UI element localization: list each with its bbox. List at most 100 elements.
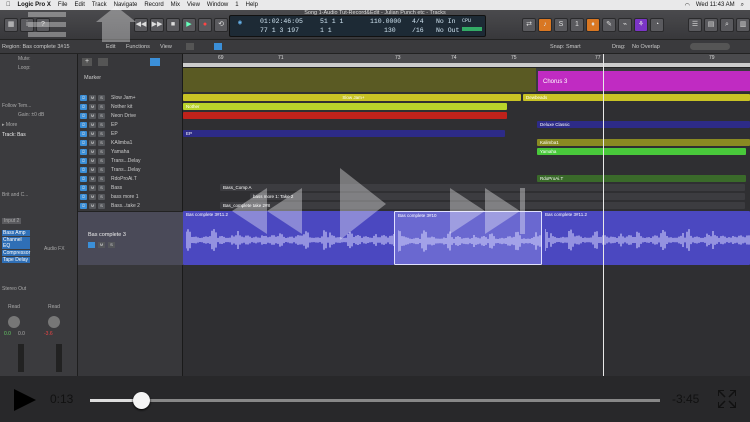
region[interactable]: Kalimba1 bbox=[537, 139, 750, 146]
track-header[interactable]: ⏻ M Sbass more 1 bbox=[78, 192, 183, 201]
inspector-input[interactable]: Input 2 bbox=[2, 218, 22, 224]
cycle-button[interactable]: ⟲ bbox=[214, 18, 228, 32]
track-options-icon[interactable] bbox=[150, 58, 160, 66]
track-name[interactable]: EP bbox=[111, 122, 118, 128]
marquee-tool-icon[interactable] bbox=[214, 43, 222, 50]
menu-overlay-icon[interactable] bbox=[28, 8, 66, 40]
track-header[interactable]: ⏻ M S KAlimba1 bbox=[78, 138, 183, 147]
marker-chorus[interactable]: Chorus 3 bbox=[538, 71, 750, 91]
master-volume-icon[interactable]: ◔ bbox=[650, 18, 664, 32]
mute-button[interactable]: M bbox=[89, 112, 96, 119]
track-header[interactable]: ⏻ M S Bass bbox=[78, 183, 183, 192]
track-power-icon[interactable]: ⏻ bbox=[80, 166, 87, 173]
mute-button[interactable]: M bbox=[89, 103, 96, 110]
wifi-icon[interactable]: ◠ bbox=[685, 2, 690, 9]
plugin-slot[interactable]: Compressor bbox=[2, 250, 30, 256]
track-name[interactable]: RdoProAi.T bbox=[111, 176, 137, 182]
solo-button[interactable]: S bbox=[98, 157, 105, 164]
tuner-button[interactable]: ♪ bbox=[538, 18, 552, 32]
menu-1[interactable]: 1 bbox=[235, 2, 238, 8]
track-power-icon[interactable]: ⏻ bbox=[80, 157, 87, 164]
replace-button[interactable]: ⇄ bbox=[522, 18, 536, 32]
track-header[interactable]: ⏻ M S Slow Jam+ bbox=[78, 93, 183, 102]
track-name[interactable]: Yamaha bbox=[111, 149, 129, 155]
playhead[interactable] bbox=[603, 54, 604, 376]
play-icon[interactable] bbox=[14, 389, 36, 411]
solo-button[interactable]: S bbox=[554, 18, 568, 32]
automation-read-2[interactable]: Read bbox=[48, 304, 60, 310]
count-in-button[interactable]: 1 bbox=[570, 18, 584, 32]
track-header[interactable]: ⏻ M S Neon Drive bbox=[78, 111, 183, 120]
global-tracks-icon[interactable] bbox=[98, 58, 108, 66]
rewind-overlay-icon[interactable] bbox=[232, 188, 302, 234]
pointer-tool-icon[interactable] bbox=[186, 43, 194, 50]
progress-track[interactable] bbox=[90, 392, 660, 409]
forward-button[interactable]: ▶▶ bbox=[150, 18, 164, 32]
track-name[interactable]: Nother kit bbox=[111, 104, 132, 110]
progress-knob[interactable] bbox=[133, 392, 151, 409]
mute-button[interactable]: M bbox=[89, 130, 96, 137]
snap-value[interactable]: Smart bbox=[566, 44, 581, 50]
inspector-stereo-out[interactable]: Stereo Out bbox=[2, 286, 26, 292]
track-name[interactable]: Neon Drive bbox=[111, 113, 136, 119]
region[interactable] bbox=[183, 112, 507, 119]
track-name[interactable]: EP bbox=[111, 131, 118, 137]
mute-button[interactable]: M bbox=[89, 166, 96, 173]
bar-ruler[interactable]: 69 71 73 74 75 77 79 bbox=[183, 54, 750, 68]
track-power-icon[interactable]: ⏻ bbox=[80, 121, 87, 128]
solo-button[interactable]: S bbox=[98, 139, 105, 146]
region[interactable]: Deluxe Classic bbox=[537, 121, 750, 128]
pan-knob-2[interactable] bbox=[48, 316, 60, 328]
edit-menu[interactable]: Edit bbox=[106, 44, 115, 50]
solo-button[interactable]: S bbox=[98, 121, 105, 128]
edit-pencil-icon[interactable]: ✎ bbox=[602, 18, 616, 32]
track-name[interactable]: Bass...take 2 bbox=[111, 203, 140, 209]
automation-icon[interactable]: ⌁ bbox=[618, 18, 632, 32]
volume-fader-2[interactable] bbox=[56, 344, 62, 372]
track-name[interactable]: Bas complete 3 bbox=[88, 232, 126, 238]
media-browser-button[interactable]: ▥ bbox=[736, 18, 750, 32]
track-header[interactable]: ⏻ M S Trans...Delay bbox=[78, 165, 183, 174]
solo-button[interactable]: S bbox=[98, 184, 105, 191]
solo-button[interactable]: S bbox=[98, 148, 105, 155]
track-power-icon[interactable]: ⏻ bbox=[80, 139, 87, 146]
solo-button[interactable]: S bbox=[98, 193, 105, 200]
view-menu[interactable]: View bbox=[160, 44, 172, 50]
loop-browser-button[interactable]: ⌕ bbox=[720, 18, 734, 32]
library-button[interactable]: ▦ bbox=[4, 18, 18, 32]
mute-button[interactable]: M bbox=[89, 148, 96, 155]
region[interactable]: EP bbox=[183, 130, 505, 137]
track-power-icon[interactable]: ⏻ bbox=[80, 112, 87, 119]
mute-button[interactable]: M bbox=[89, 175, 96, 182]
track-header[interactable]: ⏻ M S Trans...Delay bbox=[78, 156, 183, 165]
region[interactable]: Yamaha bbox=[537, 148, 746, 155]
track-power-icon[interactable]: ⏻ bbox=[80, 202, 87, 209]
mute-button[interactable]: M bbox=[89, 202, 96, 209]
menu-help[interactable]: Help bbox=[246, 2, 258, 8]
track-power-icon[interactable]: ⏻ bbox=[80, 193, 87, 200]
track-header-selected[interactable]: Bas complete 3 MS bbox=[78, 211, 183, 265]
audio-region[interactable]: Bas complete 3#11.2 bbox=[542, 211, 750, 265]
track-power-icon[interactable]: ⏻ bbox=[80, 103, 87, 110]
clock[interactable]: Wed 11:43 AM bbox=[696, 2, 735, 8]
play-button[interactable]: ▶ bbox=[182, 18, 196, 32]
inspector-gain[interactable]: Gain: ±0 dB bbox=[18, 112, 44, 118]
marker-region[interactable] bbox=[183, 68, 536, 92]
region[interactable]: Dewbeads bbox=[523, 94, 750, 101]
volume-fader-1[interactable] bbox=[18, 344, 24, 372]
track-power-icon[interactable]: ⏻ bbox=[80, 94, 87, 101]
region[interactable]: Nother bbox=[183, 103, 507, 110]
track-header[interactable]: ⏻ M S Nother kit bbox=[78, 102, 183, 111]
list-editors-button[interactable]: ☰ bbox=[688, 18, 702, 32]
track-power-icon[interactable]: ⏻ bbox=[80, 148, 87, 155]
solo-button[interactable]: S bbox=[98, 202, 105, 209]
track-header[interactable]: ⏻ M S Bass...take 2 bbox=[78, 201, 183, 210]
region[interactable]: RdoProAi.T bbox=[537, 175, 746, 182]
menu-edit[interactable]: Edit bbox=[75, 2, 85, 8]
track-name[interactable]: Trans...Delay bbox=[111, 158, 141, 164]
inspector-more[interactable]: ▸ More bbox=[2, 122, 17, 128]
zoom-slider[interactable] bbox=[690, 43, 730, 50]
cycle-area[interactable] bbox=[183, 63, 750, 67]
track-name[interactable]: bass more 1 bbox=[111, 194, 139, 200]
metronome-button[interactable]: ♦ bbox=[586, 18, 600, 32]
